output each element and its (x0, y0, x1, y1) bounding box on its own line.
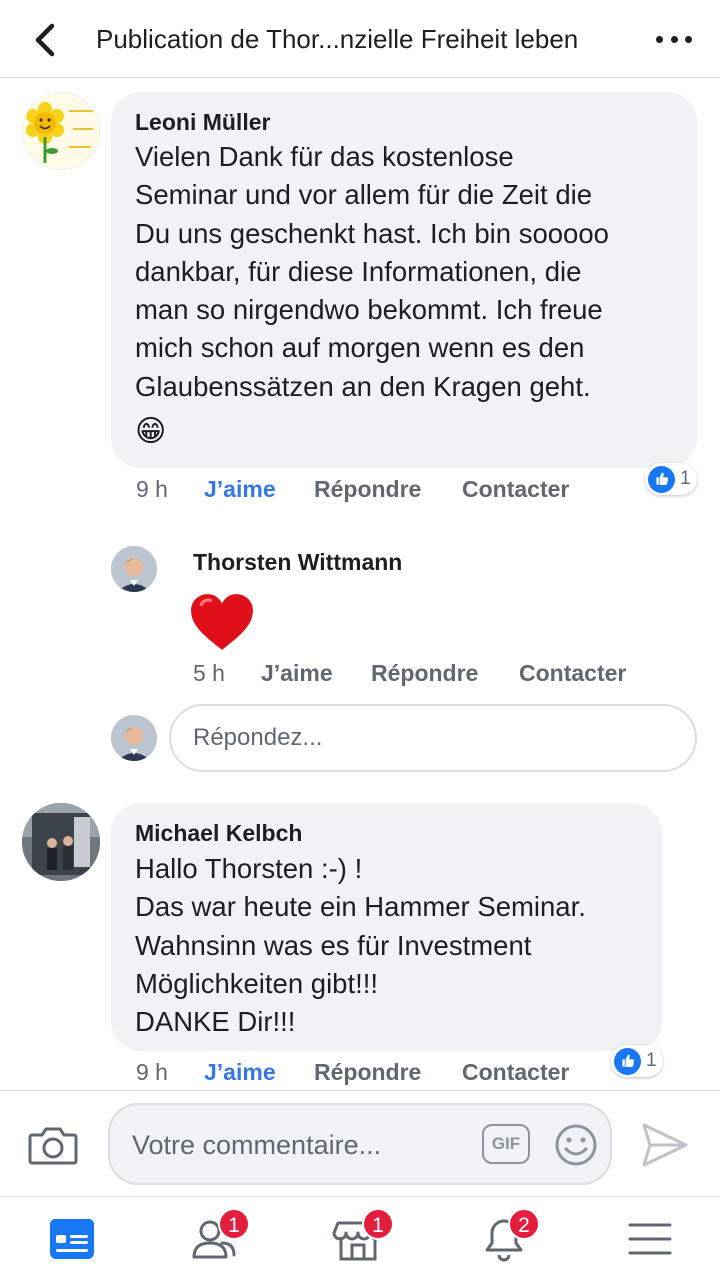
reaction-count[interactable]: 1 (645, 463, 697, 495)
reply-actions: 5 h J’aime Répondre Contacter (193, 658, 653, 688)
comment-actions: 9 h J’aime Répondre Contacter (136, 1057, 596, 1087)
reply-input-placeholder: Répondez... (193, 724, 323, 751)
reply-button[interactable]: Répondre (314, 1057, 421, 1087)
tab-marketplace[interactable]: 1 (332, 1208, 394, 1265)
camera-icon[interactable] (28, 1123, 78, 1167)
contact-button[interactable]: Contacter (519, 658, 626, 688)
avatar-michael[interactable] (22, 803, 100, 881)
heart-icon (191, 594, 253, 650)
reply-button[interactable]: Répondre (314, 474, 421, 504)
sunflower-avatar-icon (26, 102, 93, 163)
comment-time[interactable]: 9 h (136, 1057, 168, 1087)
like-reaction-icon (614, 1047, 641, 1075)
like-reaction-icon (648, 465, 675, 493)
friends-badge: 1 (218, 1208, 250, 1240)
comment-actions: 9 h J’aime Répondre Contacter (136, 474, 596, 504)
notifications-badge: 2 (508, 1208, 540, 1240)
comment-bubble[interactable]: Michael Kelbch Hallo Thorsten :-) ! Das … (111, 803, 662, 1051)
marketplace-badge: 1 (362, 1208, 394, 1240)
contact-button[interactable]: Contacter (462, 474, 569, 504)
comment-author[interactable]: Michael Kelbch (135, 819, 302, 847)
tab-notifications[interactable]: 2 (478, 1208, 540, 1265)
reply-time[interactable]: 5 h (193, 658, 225, 688)
comment-input[interactable]: Votre commentaire... GIF (108, 1103, 612, 1185)
gif-button[interactable]: GIF (482, 1124, 530, 1164)
tab-menu[interactable] (624, 1213, 676, 1265)
profile-photo-icon (111, 546, 157, 592)
avatar-current-user (111, 715, 157, 761)
news-feed-icon (50, 1219, 94, 1259)
more-options-icon[interactable] (652, 22, 696, 56)
tab-news-feed[interactable] (46, 1213, 98, 1265)
comment-text: Vielen Dank für das kostenlose Seminar u… (135, 141, 609, 402)
reaction-number: 1 (680, 468, 691, 489)
avatar-leoni[interactable] (22, 92, 100, 170)
send-icon[interactable] (640, 1121, 690, 1169)
emoji-icon[interactable] (554, 1123, 598, 1167)
bottom-tab-bar: 1 1 2 (0, 1196, 720, 1280)
page-title: Publication de Thor...nzielle Freiheit l… (96, 24, 579, 54)
reply-button[interactable]: Répondre (371, 658, 478, 688)
grinning-emoji: 😁 (135, 415, 167, 448)
reaction-number: 1 (646, 1050, 657, 1071)
comment-bubble[interactable]: Leoni Müller Vielen Dank für das kostenl… (111, 92, 697, 468)
like-button[interactable]: J’aime (204, 474, 276, 504)
back-arrow-icon[interactable] (26, 20, 66, 60)
comment-author[interactable]: Leoni Müller (135, 108, 270, 136)
profile-photo-icon (111, 715, 157, 761)
menu-icon (628, 1223, 672, 1255)
profile-photo-icon (22, 803, 100, 881)
reaction-count[interactable]: 1 (611, 1045, 663, 1077)
reply-input[interactable]: Répondez... (169, 704, 697, 772)
like-button[interactable]: J’aime (261, 658, 333, 688)
like-button[interactable]: J’aime (204, 1057, 276, 1087)
comment-input-placeholder: Votre commentaire... (132, 1130, 382, 1160)
top-bar: Publication de Thor...nzielle Freiheit l… (0, 0, 720, 78)
comment-time[interactable]: 9 h (136, 474, 168, 504)
tab-friends[interactable]: 1 (188, 1208, 250, 1265)
avatar-thorsten[interactable] (111, 546, 157, 592)
comment-composer: Votre commentaire... GIF (0, 1090, 720, 1196)
contact-button[interactable]: Contacter (462, 1057, 569, 1087)
reply-author[interactable]: Thorsten Wittmann (193, 548, 402, 576)
comment-text: Hallo Thorsten :-) ! Das war heute ein H… (135, 853, 586, 1038)
